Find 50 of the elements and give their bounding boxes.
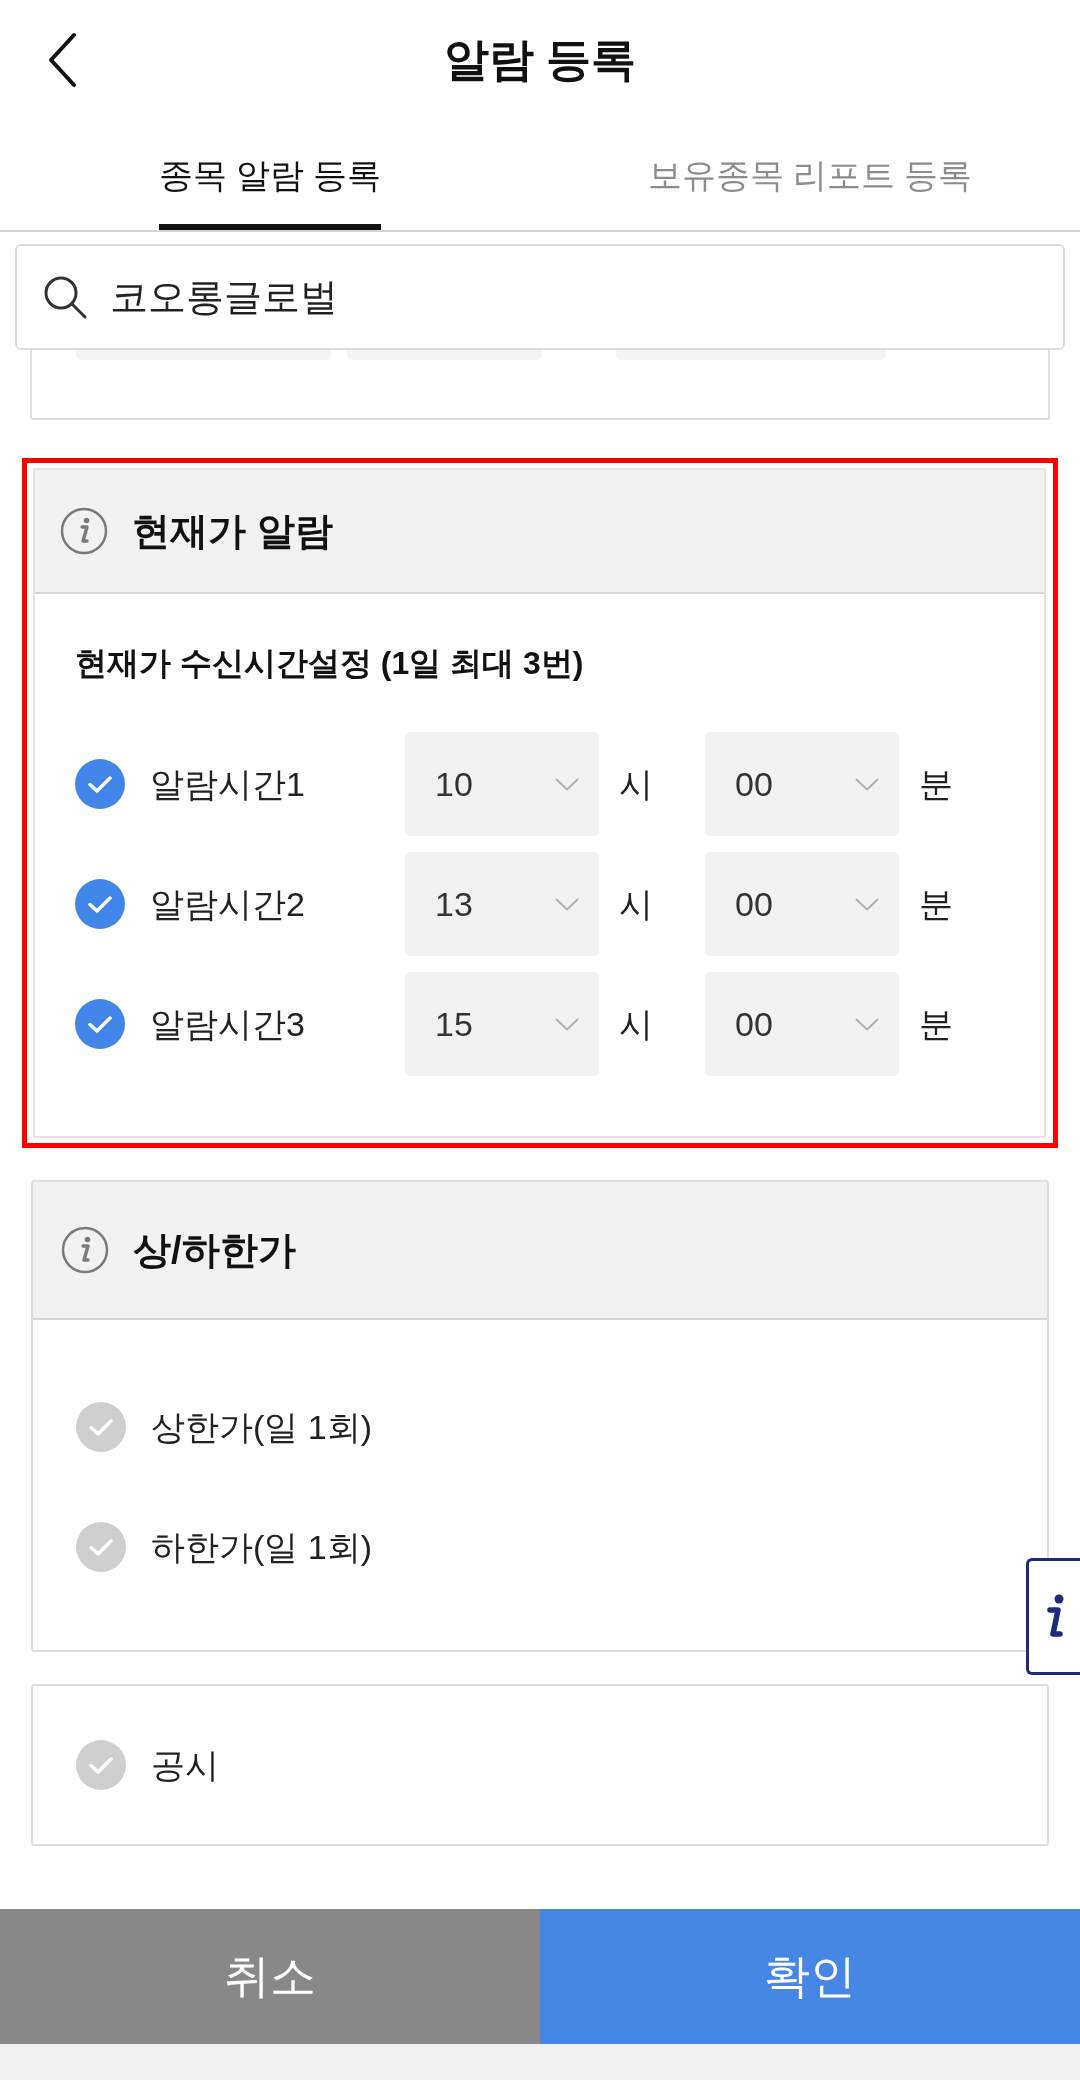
alarm-time-label: 알람시간1 [150, 763, 306, 805]
check-circle-icon[interactable] [75, 999, 125, 1049]
section-subtitle: 현재가 수신시간설정 (1일 최대 3번) [75, 644, 585, 683]
info-icon [61, 1226, 109, 1274]
minute-unit-label: 분 [919, 763, 953, 805]
section-title: 상/하한가 [133, 1227, 296, 1273]
dropdown-value: 00 [735, 883, 773, 925]
page-title: 알람 등록 [443, 33, 637, 88]
search-field[interactable]: 코오롱글로벌 [15, 244, 1065, 350]
chevron-down-icon [855, 1017, 879, 1031]
check-circle-icon[interactable] [76, 1402, 126, 1452]
dropdown-value: 10 [435, 763, 473, 805]
hour-dropdown[interactable]: 15 [405, 972, 599, 1076]
search-input[interactable]: 코오롱글로벌 [110, 267, 1038, 327]
tab[interactable]: 종목 알람 등록 [158, 120, 382, 230]
minute-unit-label: 분 [919, 883, 953, 925]
hour-unit-label: 시 [619, 883, 654, 925]
info-tab[interactable] [1026, 1558, 1080, 1675]
check-circle-icon[interactable] [76, 1522, 126, 1572]
chevron-down-icon [555, 777, 579, 791]
alarm-time-label: 알람시간3 [150, 1003, 306, 1045]
hour-dropdown[interactable]: 13 [405, 852, 599, 956]
dropdown-value: 13 [435, 883, 473, 925]
chevron-down-icon [855, 897, 879, 911]
option-label: 하한가(일 1회) [151, 1526, 372, 1568]
chevron-down-icon [555, 1017, 579, 1031]
dropdown-value: 00 [735, 1003, 773, 1045]
section-title: 현재가 알람 [132, 508, 333, 554]
option-label: 공시 [151, 1744, 219, 1786]
minute-dropdown[interactable]: 00 [705, 972, 899, 1076]
cancel-button[interactable]: 취소 [0, 1909, 540, 2044]
check-circle-icon[interactable] [75, 759, 125, 809]
dropdown-value: 00 [735, 763, 773, 805]
chevron-down-icon [855, 777, 879, 791]
option-label: 상한가(일 1회) [151, 1406, 372, 1448]
minute-unit-label: 분 [919, 1003, 953, 1045]
hour-dropdown[interactable]: 10 [405, 732, 599, 836]
alarm-time-label: 알람시간2 [150, 883, 306, 925]
dropdown-value: 15 [435, 1003, 473, 1045]
hour-unit-label: 시 [619, 763, 654, 805]
search-icon [42, 274, 88, 320]
check-circle-icon[interactable] [76, 1740, 126, 1790]
chevron-down-icon [555, 897, 579, 911]
minute-dropdown[interactable]: 00 [705, 852, 899, 956]
hour-unit-label: 시 [619, 1003, 654, 1045]
confirm-button[interactable]: 확인 [540, 1909, 1080, 2044]
back-chevron-icon [47, 32, 77, 88]
minute-dropdown[interactable]: 00 [705, 732, 899, 836]
info-icon [60, 507, 108, 555]
check-circle-icon[interactable] [75, 879, 125, 929]
